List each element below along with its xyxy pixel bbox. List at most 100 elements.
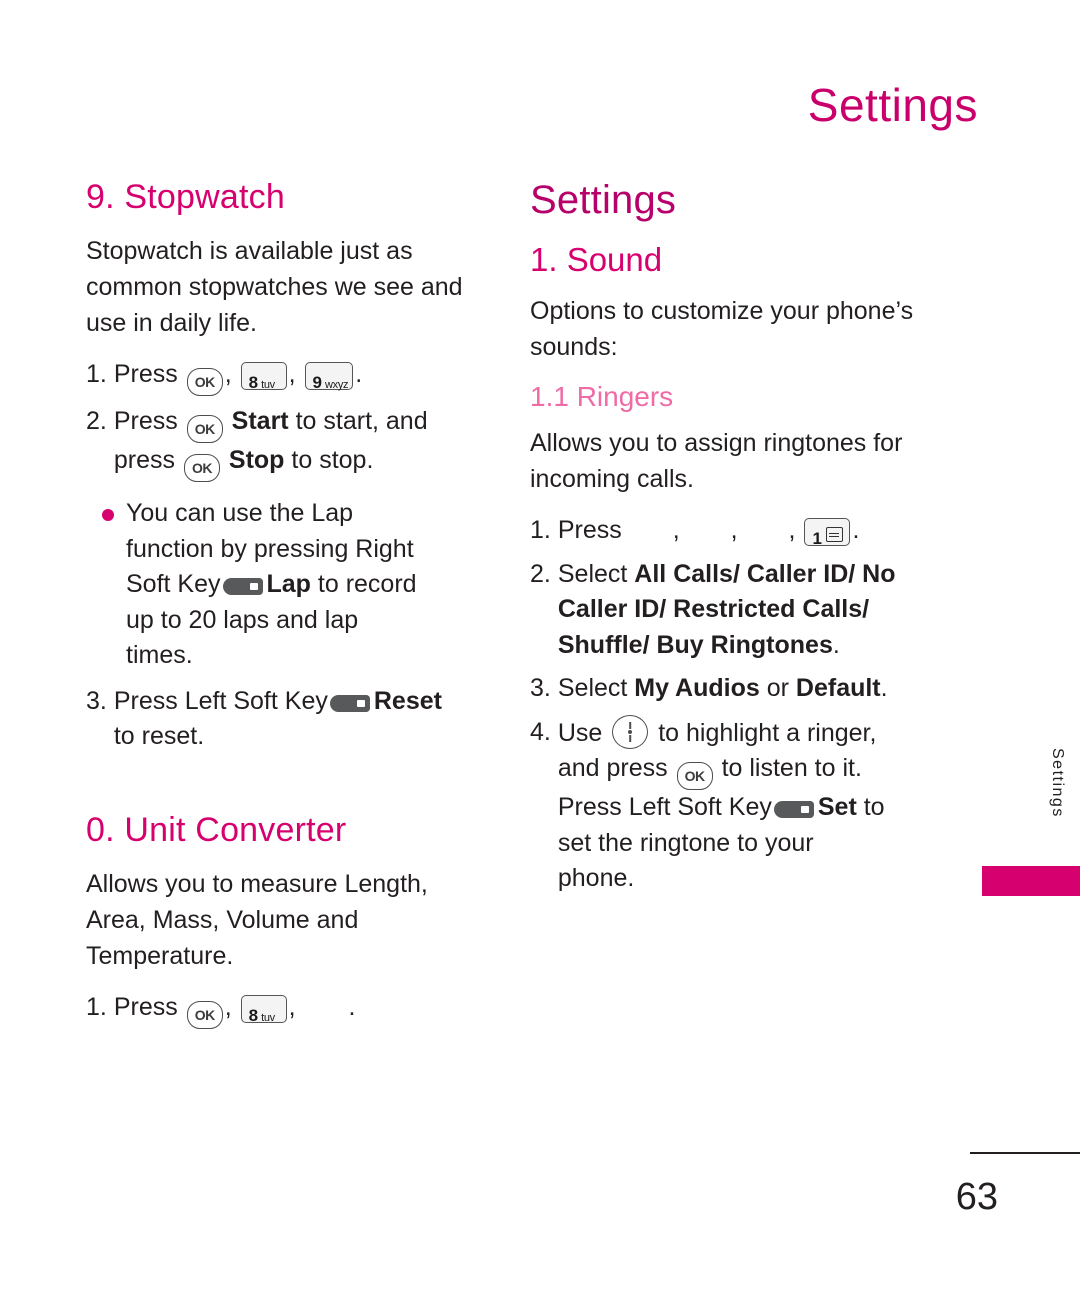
step-text-pre: Select bbox=[557, 559, 628, 588]
step-text-pre: Press bbox=[557, 516, 622, 544]
key-9-icon: 9 wxyz bbox=[304, 362, 354, 392]
key-1-icon: 1 bbox=[804, 518, 851, 548]
key-1-symbol-icon bbox=[825, 527, 843, 542]
stopwatch-step-1: 1. Press OK, 8 tuv, 9 wxyz. bbox=[86, 357, 486, 396]
manual-page: Settings 9. Stopwatch Stopwatch is avail… bbox=[0, 0, 1080, 1295]
step-text-line5: phone. bbox=[557, 864, 635, 892]
step-text-pre: Press bbox=[113, 360, 178, 388]
step-text-line2-pre: and press bbox=[557, 754, 668, 782]
step-text-pre: Select bbox=[557, 674, 628, 702]
step-text: Use to highlight a ringer, and press OK … bbox=[557, 714, 950, 897]
key-8-icon: 8 tuv bbox=[240, 362, 287, 392]
bullet-line-4: up to 20 laps and lap bbox=[126, 605, 359, 634]
ringers-intro: Allows you to assign ringtones for incom… bbox=[530, 429, 903, 493]
page-title: Settings bbox=[807, 79, 978, 131]
step-text-mid: to highlight a ringer, bbox=[658, 718, 877, 747]
step-number: 3. bbox=[530, 674, 551, 702]
step-text: Select All Calls/ Caller ID/ No Caller I… bbox=[558, 557, 950, 664]
step-text-mid: or bbox=[766, 674, 789, 702]
ringer-options-line-1: All Calls/ Caller ID/ No bbox=[634, 559, 896, 588]
navigation-key-icon bbox=[612, 714, 649, 749]
step-text-pre: Press Left Soft Key bbox=[113, 686, 328, 715]
bullet-line-3-post: to record bbox=[317, 570, 417, 598]
comma: , bbox=[224, 992, 232, 1021]
lap-label: Lap bbox=[266, 570, 311, 598]
comma: , bbox=[224, 360, 232, 388]
set-label: Set bbox=[817, 793, 857, 821]
sound-intro: Options to customize your phone’s sounds… bbox=[530, 297, 914, 361]
step-number: 1. bbox=[86, 992, 107, 1021]
step-text-pre: Press bbox=[113, 992, 178, 1021]
step-number: 1. bbox=[530, 516, 551, 544]
section-title-sound: 1. Sound bbox=[530, 241, 663, 278]
stop-label: Stop bbox=[228, 446, 285, 474]
section-title-unit-converter: 0. Unit Converter bbox=[86, 810, 347, 849]
comma-1: , bbox=[672, 516, 680, 544]
ringers-step-4: 4. Use to highlight a ringer, and press … bbox=[530, 714, 950, 897]
step-text: Press OK, 8 tuv, 9 wxyz. bbox=[114, 357, 486, 396]
step-number: 1. bbox=[86, 360, 107, 388]
footer-divider bbox=[970, 1152, 1080, 1154]
ringers-step-1: 1. Press , , , 1. bbox=[530, 513, 950, 549]
unit-converter-intro: Allows you to measure Length, Area, Mass… bbox=[86, 869, 428, 970]
side-tab-label: Settings bbox=[1049, 748, 1066, 818]
step-text: Press OK Start to start, and press OK St… bbox=[114, 404, 486, 482]
subsection-title-ringers: 1.1 Ringers bbox=[530, 381, 674, 412]
step-text-line3-post: to bbox=[863, 793, 885, 821]
period: . bbox=[355, 360, 363, 388]
period: . bbox=[832, 630, 840, 659]
default-label: Default bbox=[795, 674, 881, 702]
ok-key-icon: OK bbox=[186, 415, 223, 443]
ok-key-icon: OK bbox=[186, 368, 223, 396]
stopwatch-intro: Stopwatch is available just as common st… bbox=[86, 237, 463, 337]
period: . bbox=[852, 516, 860, 544]
bullet-line-2: function by pressing Right bbox=[126, 534, 414, 563]
bullet-line-5: times. bbox=[126, 641, 193, 669]
bullet-line-3-pre: Soft Key bbox=[126, 570, 221, 598]
key-8-icon: 8 tuv bbox=[240, 994, 287, 1025]
ringer-options-line-3: Shuffle/ Buy Ringtones bbox=[557, 630, 833, 659]
chapter-title-settings: Settings bbox=[530, 178, 677, 222]
period: . bbox=[880, 674, 888, 702]
ringers-step-2: 2. Select All Calls/ Caller ID/ No Calle… bbox=[530, 557, 950, 664]
soft-key-icon bbox=[329, 694, 370, 712]
comma-2: , bbox=[730, 516, 738, 544]
right-column: Settings 1. Sound Options to customize y… bbox=[530, 178, 950, 905]
step-text-line2-post: to listen to it. bbox=[721, 754, 862, 782]
side-tab-marker bbox=[982, 866, 1080, 896]
step-number: 2. bbox=[86, 407, 107, 435]
start-label: Start bbox=[231, 407, 289, 435]
step-text-pre: Press bbox=[113, 407, 178, 435]
stopwatch-step-3: 3. Press Left Soft Key Reset to reset. bbox=[86, 684, 486, 755]
left-column: 9. Stopwatch Stopwatch is available just… bbox=[86, 178, 486, 1037]
step-text: Press OK, 8 tuv, . bbox=[114, 990, 486, 1029]
step-number: 3. bbox=[86, 686, 107, 715]
section-title-stopwatch: 9. Stopwatch bbox=[86, 178, 285, 216]
trailing-comma: , bbox=[288, 992, 296, 1021]
ringer-options-line-2: Caller ID/ Restricted Calls/ bbox=[557, 595, 870, 623]
stopwatch-lap-bullet: You can use the Lap function by pressing… bbox=[102, 496, 486, 674]
ringers-step-3: 3. Select My Audios or Default. bbox=[530, 671, 950, 707]
step-number: 4. bbox=[530, 717, 551, 746]
step-text-mid: to start, and bbox=[295, 407, 428, 435]
step-text: Select My Audios or Default. bbox=[558, 671, 950, 707]
ok-key-icon: OK bbox=[186, 1000, 223, 1029]
reset-label: Reset bbox=[373, 686, 442, 715]
bullet-line-1: You can use the Lap bbox=[126, 499, 354, 527]
step-text: Press Left Soft Key Reset to reset. bbox=[114, 684, 486, 755]
unit-converter-step-1: 1. Press OK, 8 tuv, . bbox=[86, 990, 486, 1029]
my-audios-label: My Audios bbox=[634, 674, 760, 702]
period: . bbox=[348, 992, 356, 1021]
step-text-line2-pre: press bbox=[113, 446, 175, 474]
bullet-dot-icon bbox=[102, 509, 114, 521]
step-number: 2. bbox=[530, 559, 551, 588]
comma: , bbox=[288, 360, 296, 388]
ok-key-icon: OK bbox=[183, 454, 220, 482]
step-text-line2-post: to stop. bbox=[291, 446, 374, 474]
step-text-post: to reset. bbox=[113, 722, 205, 750]
step-text: Press , , , 1. bbox=[558, 513, 950, 549]
bullet-text: You can use the Lap function by pressing… bbox=[126, 496, 417, 674]
soft-key-icon bbox=[222, 578, 263, 595]
step-text-line4: set the ringtone to your bbox=[557, 828, 814, 857]
ok-key-icon: OK bbox=[676, 762, 713, 790]
